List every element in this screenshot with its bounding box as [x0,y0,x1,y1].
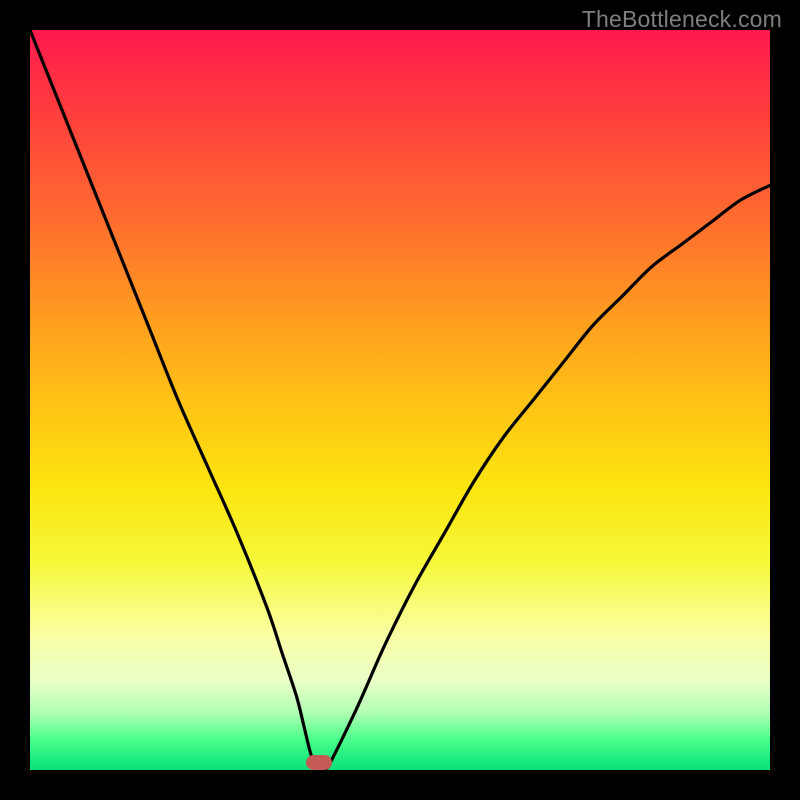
watermark-text: TheBottleneck.com [582,6,782,33]
chart-frame: TheBottleneck.com [0,0,800,800]
optimum-marker [306,755,332,770]
plot-area [30,30,770,770]
bottleneck-curve [30,30,770,770]
